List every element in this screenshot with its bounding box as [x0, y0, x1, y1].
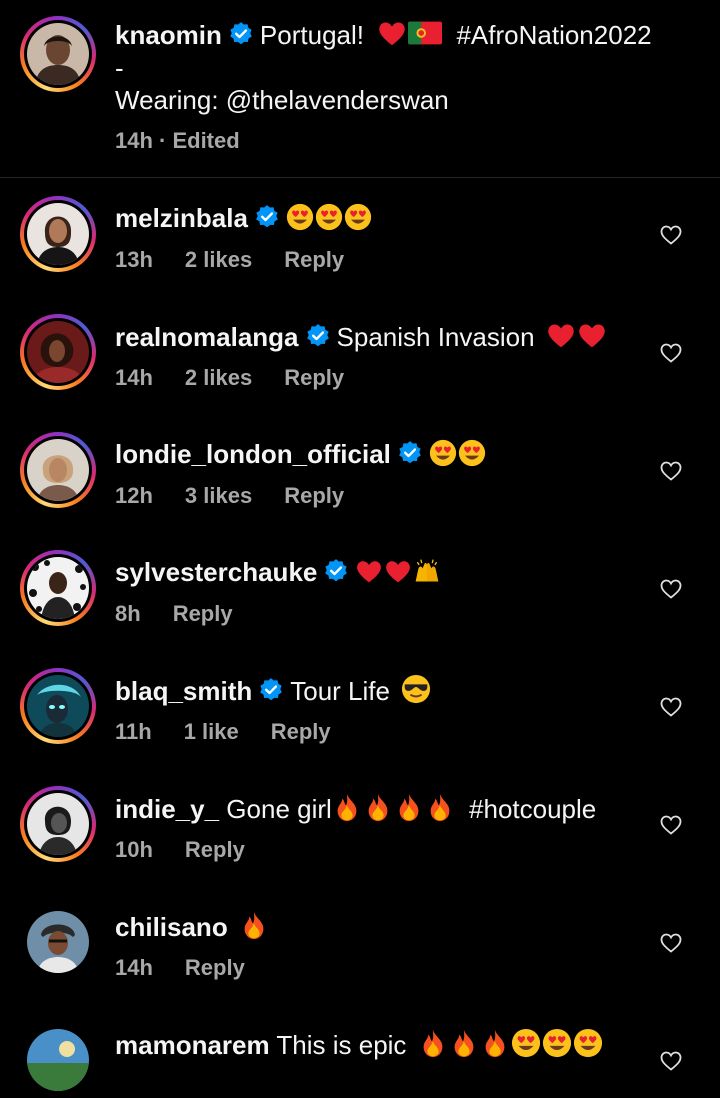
caption-text: Portugal!	[259, 20, 364, 50]
post-caption: knaomin Portugal! #AfroNation2022 - Weari…	[0, 0, 720, 178]
like-heart-icon[interactable]	[658, 341, 684, 365]
avatar[interactable]	[20, 314, 96, 390]
red-heart-icon	[577, 320, 607, 350]
divider	[0, 177, 720, 178]
comment-text: This is epic	[276, 1030, 407, 1060]
verified-badge-icon	[254, 204, 280, 230]
fire-icon	[425, 792, 455, 822]
comment-item: sylvesterchauke 8h Reply	[0, 550, 720, 668]
red-heart-icon	[384, 557, 412, 585]
caption-dash: -	[115, 53, 124, 83]
fire-icon	[394, 792, 424, 822]
comment-likes[interactable]: 3 likes	[185, 483, 252, 508]
reply-button[interactable]: Reply	[271, 719, 331, 744]
comment-time: 14h	[115, 365, 153, 390]
reply-button[interactable]: Reply	[284, 365, 344, 390]
like-heart-icon[interactable]	[658, 931, 684, 955]
verified-badge-icon	[258, 677, 284, 703]
comment-username[interactable]: chilisano	[115, 912, 228, 942]
comment-item: melzinbala 13h 2 likes Reply	[0, 196, 720, 314]
heart-eyes-icon	[286, 203, 314, 231]
red-heart-icon	[355, 557, 383, 585]
caption-username[interactable]: knaomin	[115, 20, 222, 50]
heart-eyes-icon	[315, 203, 343, 231]
fire-icon	[332, 792, 362, 822]
comment-time: 10h	[115, 837, 153, 862]
heart-eyes-icon	[458, 439, 486, 467]
heart-eyes-icon	[573, 1028, 603, 1058]
verified-badge-icon	[228, 21, 254, 47]
verified-badge-icon	[323, 558, 349, 584]
caption-hashtag[interactable]: #AfroNation2022	[456, 20, 651, 50]
sunglasses-icon	[401, 674, 431, 704]
avatar[interactable]	[20, 904, 96, 980]
verified-badge-icon	[397, 440, 423, 466]
comment-text: Gone girl	[226, 794, 332, 824]
avatar[interactable]	[20, 432, 96, 508]
like-heart-icon[interactable]	[658, 577, 684, 601]
like-heart-icon[interactable]	[658, 223, 684, 247]
caption-wearing[interactable]: Wearing: @thelavenderswan	[115, 84, 449, 116]
red-heart-icon	[377, 18, 407, 48]
heart-eyes-icon	[511, 1028, 541, 1058]
fire-icon	[449, 1028, 479, 1058]
comment-username[interactable]: mamonarem	[115, 1030, 270, 1060]
comment-time: 13h	[115, 247, 153, 272]
comment-hashtag[interactable]: #hotcouple	[469, 794, 596, 824]
portugal-flag-icon	[408, 18, 442, 48]
fire-icon	[239, 910, 269, 940]
comment-item: mamonarem This is epic	[0, 1022, 720, 1094]
heart-eyes-icon	[542, 1028, 572, 1058]
avatar[interactable]	[20, 550, 96, 626]
reply-button[interactable]: Reply	[185, 837, 245, 862]
heart-eyes-icon	[429, 439, 457, 467]
fire-icon	[480, 1028, 510, 1058]
like-heart-icon[interactable]	[658, 695, 684, 719]
comment-likes[interactable]: 2 likes	[185, 365, 252, 390]
comment-username[interactable]: realnomalanga	[115, 322, 299, 352]
like-heart-icon[interactable]	[658, 1049, 684, 1073]
comment-item: chilisano 14h Reply	[0, 904, 720, 1022]
avatar[interactable]	[20, 196, 96, 272]
reply-button[interactable]: Reply	[185, 955, 245, 980]
comment-item: londie_london_official 12h 3 likes Reply	[0, 432, 720, 550]
raised-hands-icon	[413, 557, 441, 585]
avatar[interactable]	[20, 1022, 96, 1098]
red-heart-icon	[546, 320, 576, 350]
like-heart-icon[interactable]	[658, 459, 684, 483]
comment-likes[interactable]: 2 likes	[185, 247, 252, 272]
comment-time: 11h	[115, 719, 152, 744]
comment-time: 12h	[115, 483, 153, 508]
heart-eyes-icon	[344, 203, 372, 231]
comment-username[interactable]: sylvesterchauke	[115, 557, 317, 587]
reply-button[interactable]: Reply	[173, 601, 233, 626]
comment-item: blaq_smith Tour Life 11h 1 like Reply	[0, 668, 720, 786]
comment-text: Tour Life	[290, 676, 390, 706]
comment-likes[interactable]: 1 like	[184, 719, 239, 744]
comment-time: 8h	[115, 601, 141, 626]
comment-username[interactable]: londie_london_official	[115, 439, 391, 469]
avatar[interactable]	[20, 668, 96, 744]
like-heart-icon[interactable]	[658, 813, 684, 837]
comment-username[interactable]: blaq_smith	[115, 676, 252, 706]
comment-username[interactable]: melzinbala	[115, 203, 248, 233]
reply-button[interactable]: Reply	[284, 483, 344, 508]
reply-button[interactable]: Reply	[284, 247, 344, 272]
verified-badge-icon	[305, 323, 331, 349]
comment-item: realnomalanga Spanish Invasion 14h 2 likes…	[0, 314, 720, 432]
comment-item: indie_y_ Gone girl #hotcouple 10h Reply	[0, 786, 720, 904]
comment-time: 14h	[115, 955, 153, 980]
comment-text: Spanish Invasion	[336, 322, 535, 352]
avatar[interactable]	[20, 786, 96, 862]
fire-icon	[363, 792, 393, 822]
avatar[interactable]	[20, 16, 96, 92]
caption-meta: 14h · Edited	[115, 128, 240, 153]
fire-icon	[418, 1028, 448, 1058]
comment-username[interactable]: indie_y_	[115, 794, 219, 824]
